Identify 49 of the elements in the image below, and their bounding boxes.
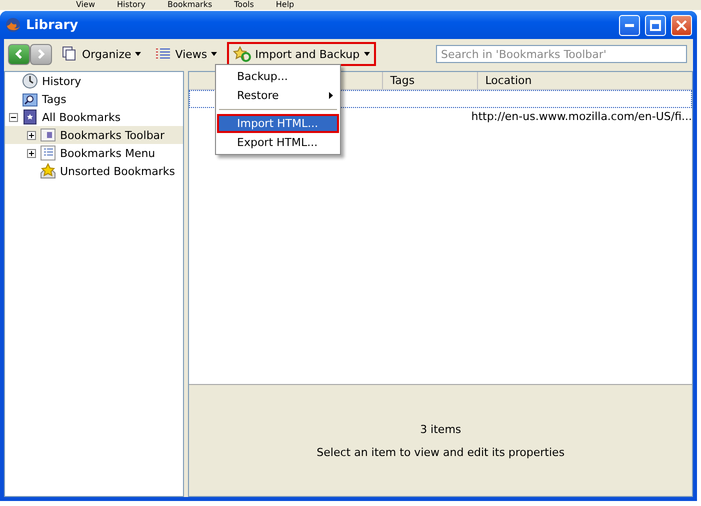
bookmark-book-icon [22, 109, 38, 125]
back-button[interactable] [8, 44, 30, 64]
menu-item[interactable]: Import HTML... [217, 114, 339, 133]
fox-globe-icon [5, 17, 21, 33]
minimize-icon [625, 24, 634, 26]
minimize-button[interactable] [619, 14, 640, 36]
menu-item[interactable]: Tools [234, 0, 254, 10]
caret-icon [135, 52, 142, 56]
menu-item[interactable]: Backup... [217, 67, 339, 86]
forward-button[interactable] [30, 44, 52, 64]
menu-item[interactable]: Help [276, 0, 294, 10]
star-refresh-icon [233, 46, 252, 62]
sidebar-item[interactable]: Tags [5, 90, 184, 108]
pages-icon [62, 46, 78, 62]
collapse-icon[interactable] [9, 112, 18, 122]
menu-item[interactable]: Bookmarks [167, 0, 212, 10]
column-header[interactable]: Tags [382, 72, 478, 89]
maximize-icon [650, 20, 661, 30]
table-cell-text: http://en-us.www.mozilla.com/en-US/fi... [471, 109, 692, 125]
sidebar-item[interactable]: All Bookmarks [5, 108, 184, 126]
sidebar-item[interactable]: History [5, 72, 184, 90]
maximize-button[interactable] [645, 14, 666, 36]
caret-icon [211, 52, 218, 56]
organize-button[interactable]: Organize [58, 43, 146, 65]
item-count: 3 items [420, 422, 462, 436]
sidebar-item[interactable]: Unsorted Bookmarks [5, 162, 184, 180]
column-header[interactable]: Location [477, 72, 692, 89]
close-icon [676, 20, 687, 30]
menu-item[interactable]: Export HTML... [217, 133, 339, 152]
toolbar-window-icon [40, 127, 56, 143]
menu-item[interactable]: History [116, 0, 146, 10]
sidebar-item[interactable]: Bookmarks Menu [5, 144, 184, 162]
caret-icon [364, 52, 370, 56]
magnifier-folder-icon [22, 91, 38, 107]
star-tray-icon [40, 163, 56, 179]
close-button[interactable] [671, 14, 692, 36]
expand-icon[interactable] [27, 148, 36, 158]
list-icon [155, 47, 172, 61]
expand-icon[interactable] [27, 130, 36, 140]
list-icon [40, 145, 56, 161]
window-title: Library [26, 18, 80, 32]
submenu-arrow-icon [329, 92, 333, 99]
clock-icon [22, 73, 38, 89]
views-button[interactable]: Views [151, 44, 222, 64]
menu-item[interactable]: Restore [217, 86, 339, 105]
details-hint: Select an item to view and edit its properties [316, 446, 565, 458]
search-field[interactable]: Search in 'Bookmarks Toolbar' [436, 45, 687, 63]
sidebar-item[interactable]: Bookmarks Toolbar [5, 126, 184, 144]
menu-item[interactable]: View [76, 0, 95, 10]
